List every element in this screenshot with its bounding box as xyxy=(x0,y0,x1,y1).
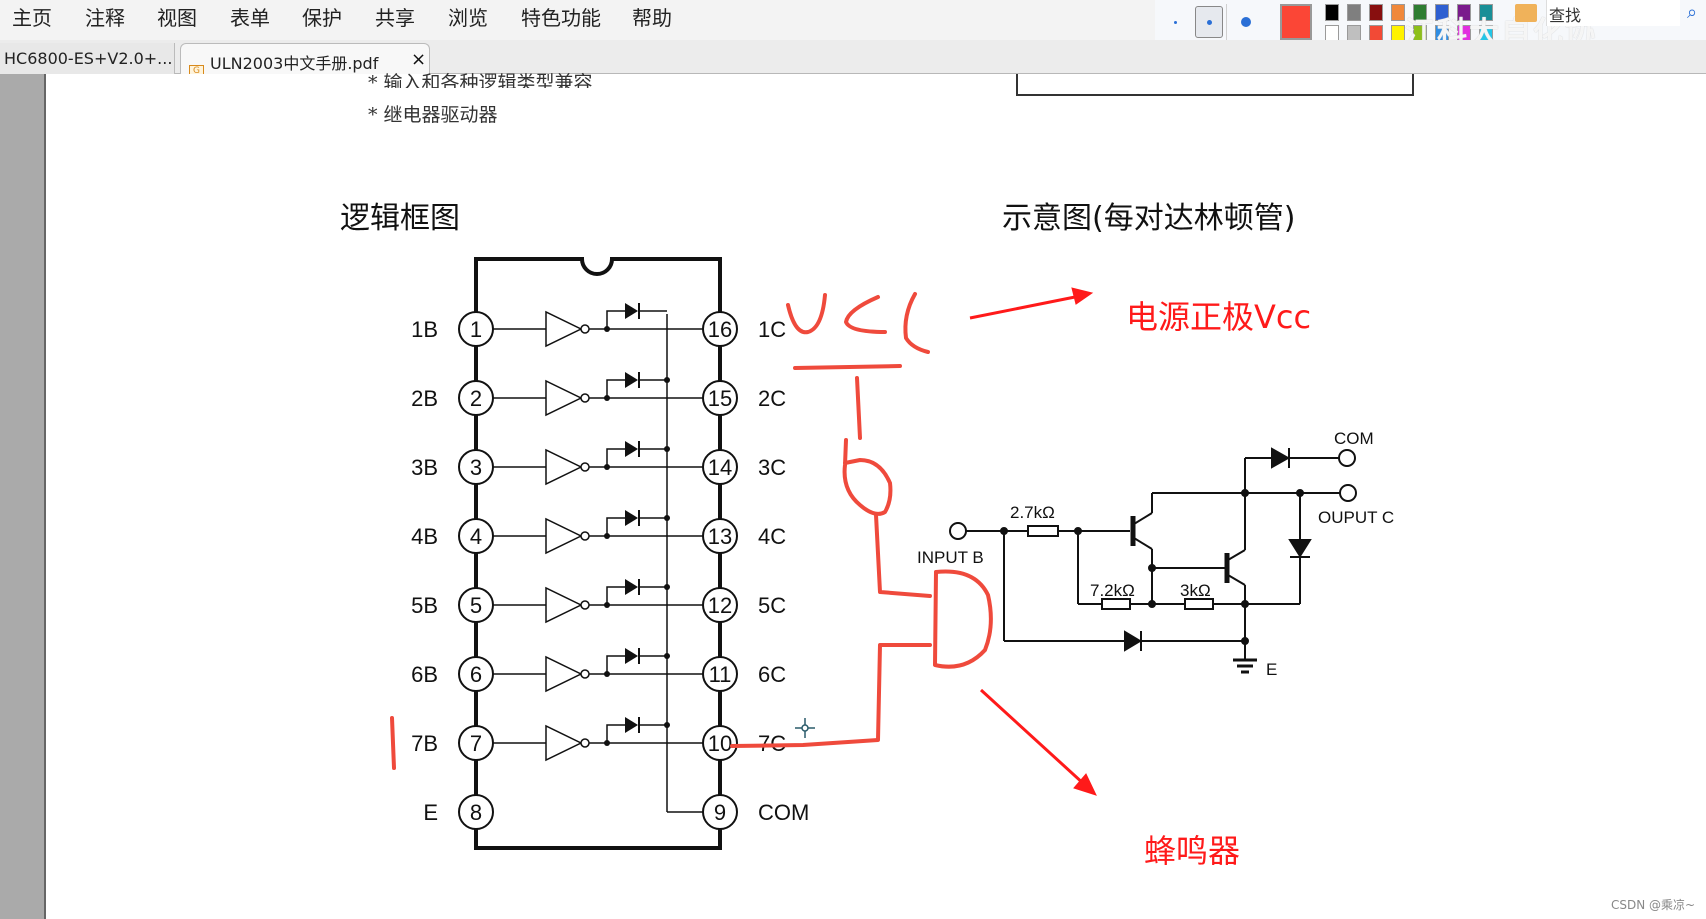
pin-number: 8 xyxy=(470,800,482,825)
inverter-buffer-icon xyxy=(545,724,583,762)
pin-label: 2B xyxy=(411,386,438,411)
resistor-sketch xyxy=(842,438,893,516)
inverter-buffer-icon xyxy=(545,310,583,348)
pin-number: 10 xyxy=(708,731,732,756)
input-b-label: INPUT B xyxy=(917,548,984,567)
vcc-underline xyxy=(793,364,902,370)
pin-number: 2 xyxy=(470,386,482,411)
pin-number: 4 xyxy=(470,524,482,549)
input-b-terminal xyxy=(949,522,967,540)
output-c-label: OUPUT C xyxy=(1318,508,1394,527)
arrow-to-buzzer-note xyxy=(979,688,1097,796)
inverter-bubble xyxy=(580,669,590,679)
pin-label: 4B xyxy=(411,524,438,549)
r3-label: 3kΩ xyxy=(1180,581,1211,600)
csdn-watermark: CSDN @乘凉~ xyxy=(1611,898,1696,912)
clamp-diode-icon xyxy=(625,303,638,319)
inverter-buffer-icon xyxy=(545,517,583,555)
pin-label: 1C xyxy=(758,317,786,342)
clamp-diode-icon xyxy=(625,372,638,388)
ground-label: E xyxy=(1266,660,1277,679)
pin-number: 6 xyxy=(470,662,482,687)
pin-label: 6B xyxy=(411,662,438,687)
output-c-terminal xyxy=(1339,484,1357,502)
inverter-bubble xyxy=(580,531,590,541)
inverter-bubble xyxy=(580,462,590,472)
crosshair-cursor-icon xyxy=(795,718,815,738)
schematic-canvas: 1 1B 16 1C 2 2B 15 2C 3 3B 14 3C 4 4B 13 4C 5 5B 12 5C 6 6B 11… xyxy=(390,257,1394,850)
clamp-diode-icon xyxy=(625,579,638,595)
diode-wire xyxy=(606,517,625,536)
diode-wire xyxy=(606,655,625,674)
buzzer-sketch xyxy=(933,569,993,669)
clamp-diode-icon xyxy=(625,648,638,664)
pin-number: 1 xyxy=(470,317,482,342)
resistor-2k7 xyxy=(1027,525,1059,537)
inverter-buffer-icon xyxy=(545,586,583,624)
pin-number: 13 xyxy=(708,524,732,549)
inverter-buffer-icon xyxy=(545,655,583,693)
chip-outline xyxy=(474,257,722,850)
diode-wire xyxy=(606,448,625,467)
inverter-bubble xyxy=(580,738,590,748)
com-label: COM xyxy=(1334,429,1374,448)
inverter-buffer-icon xyxy=(545,379,583,417)
vcc-note: 电源正极Vcc xyxy=(1126,298,1312,336)
pin-number: 9 xyxy=(714,800,726,825)
pin-number: 3 xyxy=(470,455,482,480)
inverter-bubble xyxy=(580,324,590,334)
mark-7b xyxy=(390,716,396,770)
pin-label: COM xyxy=(758,800,809,825)
handwritten-c2 xyxy=(903,292,930,354)
pin-label: 3B xyxy=(411,455,438,480)
inverter-bubble xyxy=(580,600,590,610)
handwritten-c1 xyxy=(844,295,887,334)
diode-wire xyxy=(606,586,625,605)
resistor-3k xyxy=(1184,598,1214,610)
ground-icon xyxy=(1233,658,1257,674)
r1-label: 2.7kΩ xyxy=(1010,503,1055,522)
handwritten-v xyxy=(786,293,827,335)
buzzer-note: 蜂鸣器 xyxy=(1144,832,1241,870)
clamp-diode-icon xyxy=(625,510,638,526)
pin-label: E xyxy=(423,800,438,825)
pin-label: 5C xyxy=(758,593,786,618)
pin-number: 12 xyxy=(708,593,732,618)
pin-label: 7B xyxy=(411,731,438,756)
inverter-bubble xyxy=(580,393,590,403)
pin-label: 2C xyxy=(758,386,786,411)
pin-label: 5B xyxy=(411,593,438,618)
darlington-schematic xyxy=(949,447,1357,674)
r2-label: 7.2kΩ xyxy=(1090,581,1135,600)
diode-wire xyxy=(606,310,625,329)
pin-label: 6C xyxy=(758,662,786,687)
output-diode xyxy=(1288,539,1312,558)
pin-number: 16 xyxy=(708,317,732,342)
pin-number: 11 xyxy=(709,662,732,687)
pin-number: 14 xyxy=(708,455,732,480)
com-diode xyxy=(1271,447,1291,469)
diode-wire xyxy=(606,724,625,743)
inverter-buffer-icon xyxy=(545,448,583,486)
pdf-reader-window: 主页 注释 视图 表单 保护 共享 浏览 特色功能 帮助 江科大自化协 查找 ⌕… xyxy=(0,0,1706,919)
input-diode xyxy=(1124,630,1142,652)
pin-number: 7 xyxy=(470,731,482,756)
wire-vcc-down xyxy=(855,376,862,440)
clamp-diode-icon xyxy=(625,441,638,457)
clamp-diode-icon xyxy=(625,717,638,733)
pin-number: 5 xyxy=(470,593,482,618)
pin-label: 4C xyxy=(758,524,786,549)
pin-label: 3C xyxy=(758,455,786,480)
resistor-7k2 xyxy=(1101,598,1131,610)
pin-number: 15 xyxy=(708,386,732,411)
arrow-to-vcc-note xyxy=(969,287,1094,320)
pin-label: 1B xyxy=(411,317,438,342)
diode-wire xyxy=(606,379,625,398)
com-terminal xyxy=(1338,449,1356,467)
